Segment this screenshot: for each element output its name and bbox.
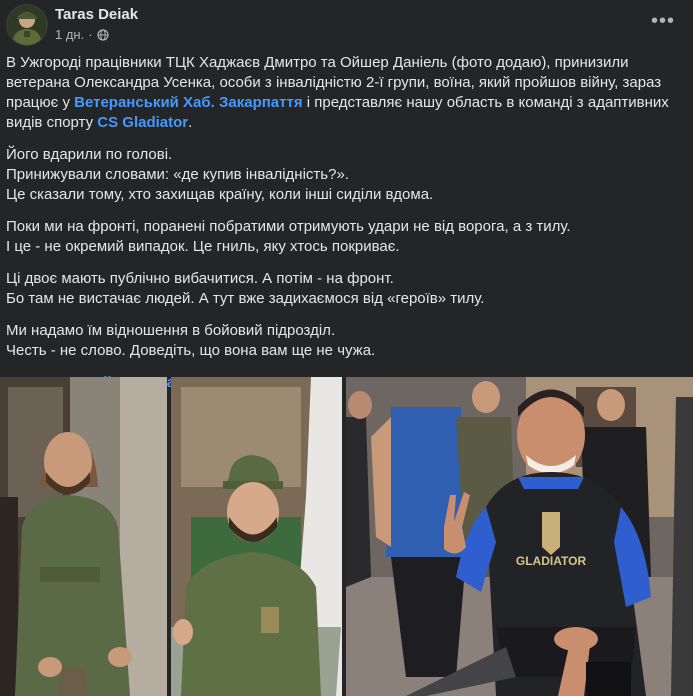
photo-grid: GLADIATOR [0, 377, 693, 696]
author-name[interactable]: Taras Deiak [55, 6, 138, 23]
globe-icon [96, 28, 109, 41]
post-body: В Ужгороді працівники ТЦК Хаджаєв Дмитро… [6, 53, 688, 405]
photo-1[interactable] [0, 377, 167, 696]
link-veteran-hub[interactable]: Ветеранський Хаб. Закарпаття [74, 94, 302, 111]
post-header: Taras Deiak 1 дн. · ••• [0, 0, 693, 46]
author-avatar[interactable] [7, 5, 47, 45]
more-options-button[interactable]: ••• [647, 8, 679, 34]
post-timestamp[interactable]: 1 дн. [55, 27, 84, 42]
shirt-logo-text: GLADIATOR [516, 554, 587, 568]
paragraph-5: Ми надамо їм відношення в бойовий підроз… [6, 322, 376, 359]
avatar-image [7, 5, 47, 45]
more-horizontal-icon: ••• [650, 9, 675, 32]
paragraph-4: Ці двоє мають публічно вибачитися. А пот… [6, 270, 485, 307]
photo-3[interactable]: GLADIATOR [346, 377, 693, 696]
paragraph-1: В Ужгороді працівники ТЦК Хаджаєв Дмитро… [6, 54, 669, 131]
paragraph-2: Його вдарили по голові. Принижували слова… [6, 146, 434, 203]
photo-2[interactable] [171, 377, 342, 696]
link-cs-gladiator[interactable]: CS Gladiator [97, 114, 188, 131]
paragraph-3: Поки ми на фронті, поранені побратими от… [6, 218, 571, 255]
post-meta: 1 дн. · [55, 27, 109, 42]
